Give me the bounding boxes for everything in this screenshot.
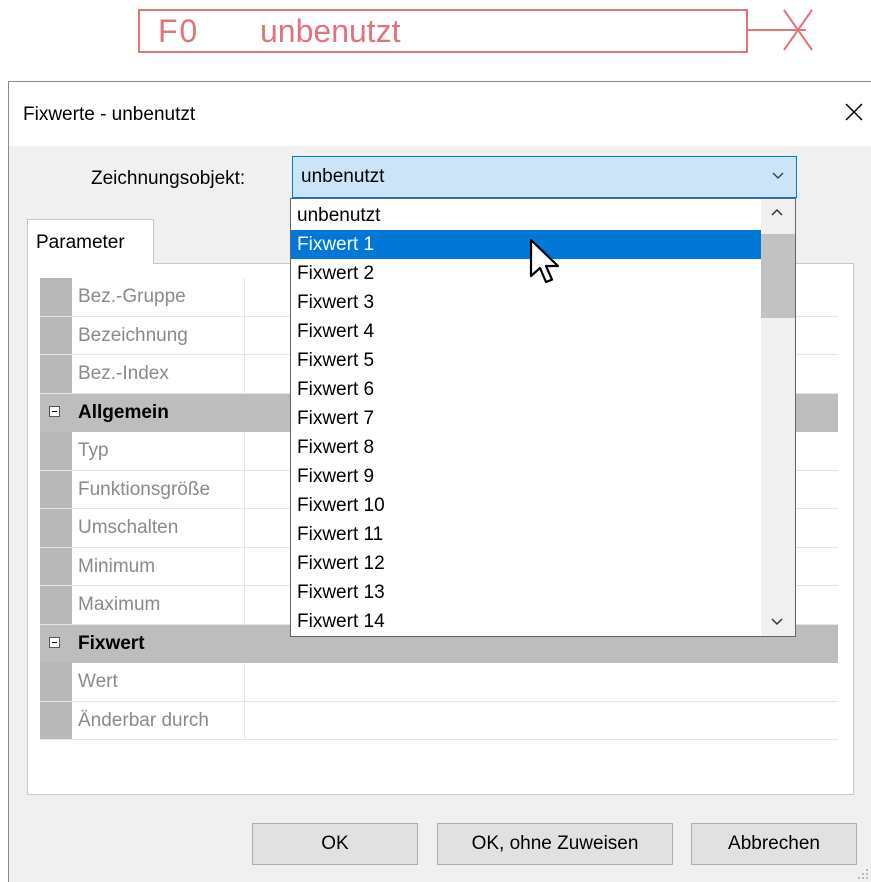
dropdown-item[interactable]: Fixwert 8 <box>291 433 761 462</box>
category-label: Allgemein <box>78 401 169 423</box>
tab-parameter-label: Parameter <box>36 232 125 253</box>
property-row[interactable]: Wert <box>40 663 838 702</box>
row-gutter <box>40 355 72 393</box>
dialog-title: Fixwerte - unbenutzt <box>23 104 196 125</box>
property-row[interactable]: Änderbar durch <box>40 701 838 740</box>
unconnected-output-icon <box>746 9 813 51</box>
row-gutter <box>40 278 72 316</box>
property-name: Bezeichnung <box>72 316 245 354</box>
dropdown-item[interactable]: Fixwert 7 <box>291 404 761 433</box>
ok-button[interactable]: OK <box>252 823 418 865</box>
chevron-up-icon[interactable] <box>771 208 783 216</box>
collapse-icon[interactable] <box>49 405 60 417</box>
row-gutter <box>40 509 72 547</box>
chevron-down-icon[interactable] <box>771 618 783 626</box>
property-name: Bez.-Index <box>72 355 245 393</box>
property-name: Minimum <box>72 547 245 585</box>
drawing-object-combo[interactable]: unbenutzt <box>292 156 797 198</box>
scrollbar-thumb[interactable] <box>761 234 795 318</box>
resize-grip-icon[interactable] <box>857 868 869 880</box>
collapse-icon[interactable] <box>49 636 60 648</box>
dropdown-item[interactable]: Fixwert 2 <box>291 259 761 288</box>
property-name: Typ <box>72 432 245 470</box>
close-icon <box>845 103 863 121</box>
dropdown-item[interactable]: Fixwert 1 <box>291 230 761 259</box>
dropdown-item[interactable]: Fixwert 14 <box>291 607 761 636</box>
drawing-object-label: unbenutzt <box>260 13 401 49</box>
property-name: Bez.-Gruppe <box>72 278 245 316</box>
property-name: Umschalten <box>72 509 245 547</box>
dropdown-item[interactable]: unbenutzt <box>291 201 761 230</box>
mouse-cursor-icon <box>529 238 560 284</box>
dropdown-item[interactable]: Fixwert 10 <box>291 491 761 520</box>
dropdown-scrollbar[interactable] <box>761 199 795 636</box>
combo-value: unbenutzt <box>301 166 385 187</box>
dropdown-item[interactable]: Fixwert 3 <box>291 288 761 317</box>
property-name: Änderbar durch <box>72 701 245 739</box>
chevron-down-icon <box>772 172 784 179</box>
dropdown-item[interactable]: Fixwert 11 <box>291 520 761 549</box>
row-gutter <box>40 470 72 508</box>
drawing-object-combo-label: Zeichnungsobjekt: <box>91 168 246 189</box>
dropdown-item[interactable]: Fixwert 12 <box>291 549 761 578</box>
row-gutter <box>40 547 72 585</box>
row-gutter <box>40 586 72 624</box>
category-label: Fixwert <box>78 632 145 654</box>
property-name: Wert <box>72 663 245 701</box>
row-gutter <box>40 432 72 470</box>
drawing-object-f0[interactable]: F0 unbenutzt <box>138 9 748 53</box>
dropdown-item[interactable]: Fixwert 4 <box>291 317 761 346</box>
row-gutter <box>40 701 72 739</box>
dropdown-item[interactable]: Fixwert 9 <box>291 462 761 491</box>
dropdown-item[interactable]: Fixwert 13 <box>291 578 761 607</box>
dropdown-item[interactable]: Fixwert 5 <box>291 346 761 375</box>
close-button[interactable] <box>837 92 871 132</box>
row-gutter <box>40 316 72 354</box>
property-name: Maximum <box>72 586 245 624</box>
drawing-object-id: F0 <box>158 13 200 49</box>
row-gutter <box>40 663 72 701</box>
property-name: Funktionsgröße <box>72 470 245 508</box>
dialog-titlebar: Fixwerte - unbenutzt <box>9 82 871 146</box>
dropdown-items: unbenutzt Fixwert 1 Fixwert 2 Fixwert 3 Fixw… <box>291 201 761 636</box>
ok-without-assign-button[interactable]: OK, ohne Zuweisen <box>437 823 673 865</box>
tab-parameter[interactable]: Parameter <box>27 219 154 264</box>
dropdown-item[interactable]: Fixwert 6 <box>291 375 761 404</box>
cancel-button[interactable]: Abbrechen <box>691 823 857 865</box>
